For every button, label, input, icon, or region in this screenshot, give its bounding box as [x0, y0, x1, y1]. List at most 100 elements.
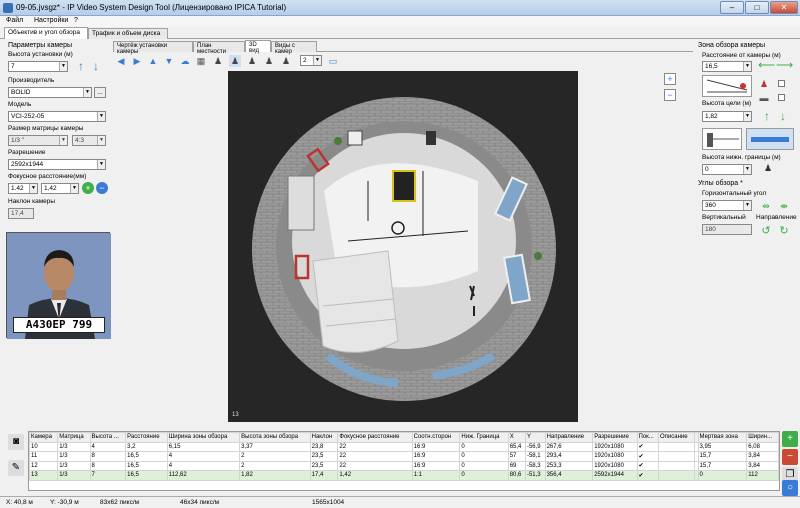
arrow-left-icon[interactable]: ◀ [115, 55, 127, 67]
table-cell[interactable]: -51,3 [524, 470, 546, 481]
table-cell[interactable]: 356,4 [544, 470, 594, 481]
column-header[interactable]: Соотн.сторон [411, 432, 461, 443]
person-front-icon[interactable]: ♟ [212, 55, 224, 67]
table-cell[interactable]: 2 [239, 451, 311, 462]
table-row[interactable]: 11 1/3 8 16,5 4 2 23,5 22 16:9 0 57 -58,1 293,4 1920x… [29, 451, 779, 462]
collapse-icon[interactable]: ⇼ [778, 200, 790, 212]
column-header[interactable]: Пок... [636, 432, 660, 443]
table-cell[interactable]: 3,84 [746, 451, 779, 462]
table-cell[interactable]: 0 [459, 470, 509, 481]
column-header[interactable]: Направление [544, 432, 594, 443]
maker-select[interactable]: BOLID ▼ [8, 87, 92, 98]
column-header[interactable]: Мертвая зона [697, 432, 748, 443]
cloud-icon[interactable]: ☁ [179, 55, 191, 67]
tab-camera-views[interactable]: Виды с камер [271, 41, 317, 55]
table-cell[interactable]: 4 [166, 451, 241, 462]
table-row[interactable]: 13 1/3 7 16,5 112,62 1,82 17,4 1,42 1:1 0 80,6 -51,… [29, 470, 779, 481]
maximize-button[interactable]: □ [745, 1, 769, 14]
column-header[interactable]: Y [524, 432, 546, 443]
matrix-select[interactable]: 1/3 " ▼ [8, 135, 68, 146]
maker-more-button[interactable]: ... [94, 87, 106, 98]
column-header[interactable]: Ниж. Граница [459, 432, 509, 443]
rotate-left-icon[interactable]: ↺ [760, 224, 772, 237]
table-cell[interactable]: 2592x1944 [592, 470, 638, 481]
table-cell[interactable]: 23,5 [309, 451, 339, 462]
table-cell[interactable]: 4 [166, 460, 241, 471]
minus-icon[interactable]: − [96, 182, 108, 194]
arrow-up-icon[interactable]: ↑ [78, 60, 84, 72]
table-cell[interactable]: 1920x1080 [592, 451, 638, 462]
table-cell[interactable]: 293,4 [544, 451, 594, 462]
table-cell[interactable] [658, 460, 696, 471]
column-header[interactable]: Фокусное расстояние [337, 432, 413, 443]
focal-min-select[interactable]: 1.42 ▼ [8, 183, 38, 194]
arrow-down-icon[interactable]: ↓ [780, 110, 786, 122]
table-cell[interactable] [658, 470, 696, 481]
column-header[interactable]: Матрица [57, 432, 91, 443]
3d-view-canvas[interactable]: 13 [228, 71, 578, 422]
ruler-icon[interactable]: ✎ [8, 460, 24, 476]
tab-3d-view[interactable]: 3D вид [245, 40, 271, 54]
table-cell[interactable]: 23,5 [309, 460, 339, 471]
lower-height-input[interactable]: 0 ▼ [702, 164, 752, 175]
table-cell[interactable]: 16:9 [411, 451, 461, 462]
table-cell[interactable]: 10 [29, 441, 59, 452]
table-cell[interactable]: 13 [29, 470, 59, 481]
table-cell[interactable]: 0 [697, 470, 748, 481]
table-cell[interactable]: 80,6 [507, 470, 526, 481]
table-cell[interactable]: 22 [337, 451, 413, 462]
person-top-icon[interactable]: ♟ [229, 55, 241, 67]
target-height-input[interactable]: 1,82 ▼ [702, 111, 752, 122]
tab-traffic[interactable]: Трафик и объем диска [88, 28, 168, 39]
zoom-in-icon[interactable]: + [664, 73, 676, 85]
table-cell[interactable]: 2 [239, 460, 311, 471]
close-button[interactable]: ✕ [770, 1, 798, 14]
rotate-right-icon[interactable]: ↻ [778, 224, 790, 237]
camera-number-select[interactable]: 2 ▼ [300, 55, 322, 66]
table-cell[interactable]: 22 [337, 460, 413, 471]
table-cell[interactable]: -58,3 [524, 460, 546, 471]
arrow-down-icon[interactable]: ↓ [93, 60, 99, 72]
table-cell[interactable]: 15,7 [697, 460, 748, 471]
minimize-button[interactable]: – [720, 1, 744, 14]
tab-lens[interactable]: Объектив и угол обзора [4, 27, 88, 39]
table-cell[interactable]: 8 [89, 451, 127, 462]
table-row[interactable]: 12 1/3 8 16,5 4 2 23,5 22 16:9 0 69 -58,3 253,3 1920x… [29, 460, 779, 471]
table-cell[interactable]: ✔ [636, 451, 660, 462]
column-header[interactable]: Камера [29, 432, 59, 443]
resolution-select[interactable]: 2592x1944 ▼ [8, 159, 106, 170]
tab-install-drawing[interactable]: Чертёж установки камеры [113, 41, 193, 55]
table-row[interactable]: 10 1/3 4 3,2 6,15 3,37 23,8 22 16:9 0 65,4 -56,9 267… [29, 441, 779, 452]
table-cell[interactable]: 3,84 [746, 460, 779, 471]
column-header[interactable]: Высота ... [89, 432, 127, 443]
menu-file[interactable]: Файл [6, 17, 23, 24]
arrow-down-icon[interactable]: ▼ [163, 55, 175, 67]
table-cell[interactable]: 1,82 [239, 470, 311, 481]
table-cell[interactable]: ✔ [636, 460, 660, 471]
table-cell[interactable]: 3,2 [125, 441, 168, 452]
person-group-icon[interactable]: ♟ [280, 55, 292, 67]
table-cell[interactable]: 69 [507, 460, 526, 471]
floor-icon[interactable]: ▭ [327, 55, 339, 67]
delete-camera-icon[interactable]: − [782, 449, 798, 465]
arrow-up-icon[interactable]: ↑ [764, 110, 770, 122]
aspect-select[interactable]: 4:3 ▼ [72, 135, 106, 146]
table-cell[interactable]: 0 [459, 441, 509, 452]
table-cell[interactable]: 0 [459, 460, 509, 471]
arrow-right-icon[interactable]: ▶ [131, 55, 143, 67]
table-cell[interactable]: 12 [29, 460, 59, 471]
person-back-icon[interactable]: ♟ [263, 55, 275, 67]
table-cell[interactable]: 112,62 [166, 470, 241, 481]
table-cell[interactable]: 267,6 [544, 441, 594, 452]
table-cell[interactable]: 6,08 [746, 441, 779, 452]
table-cell[interactable]: 0 [459, 451, 509, 462]
table-cell[interactable]: 57 [507, 451, 526, 462]
table-cell[interactable]: 15,7 [697, 451, 748, 462]
table-cell[interactable]: 1920x1080 [592, 460, 638, 471]
table-cell[interactable]: 1/3 [57, 441, 91, 452]
table-cell[interactable]: 11 [29, 451, 59, 462]
table-cell[interactable]: 16:9 [411, 460, 461, 471]
table-cell[interactable]: 3,37 [239, 441, 311, 452]
table-cell[interactable]: 16:9 [411, 441, 461, 452]
tab-site-plan[interactable]: План местности [193, 41, 245, 55]
